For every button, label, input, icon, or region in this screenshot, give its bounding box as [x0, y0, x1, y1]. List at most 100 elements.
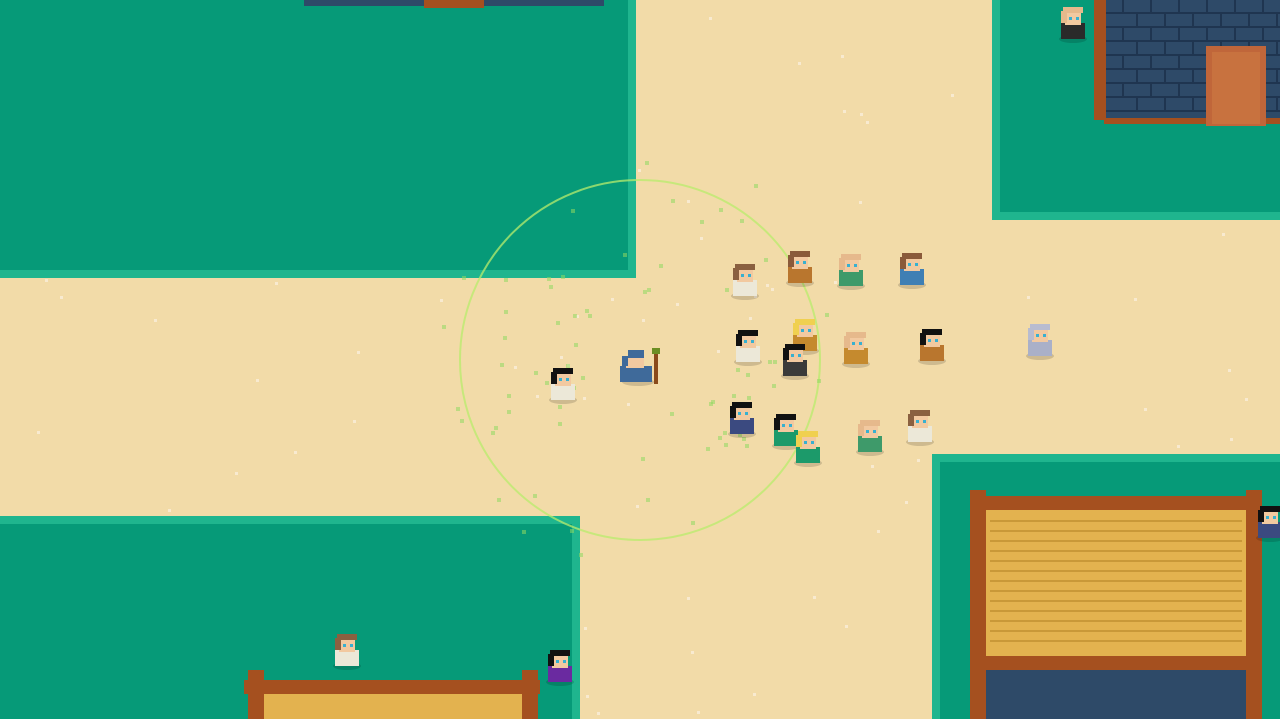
- eye: [563, 660, 566, 663]
- villager-bald-green-2[interactable]: [856, 420, 884, 456]
- hair-side: [1061, 11, 1067, 23]
- eye: [854, 264, 857, 267]
- eye: [804, 441, 807, 444]
- hair-side: [1028, 328, 1034, 340]
- staff: [654, 352, 658, 384]
- eye: [801, 329, 804, 332]
- villager-bald-green[interactable]: [837, 254, 865, 290]
- eye: [1076, 17, 1079, 20]
- robe: [858, 436, 882, 452]
- eye: [916, 420, 919, 423]
- eye: [852, 342, 855, 345]
- eye: [744, 340, 747, 343]
- grass-top-left: [0, 0, 636, 278]
- villager-green-robe[interactable]: [772, 414, 800, 450]
- eye: [748, 274, 751, 277]
- eye: [350, 644, 353, 647]
- robe: [900, 269, 924, 285]
- robe: [908, 426, 932, 442]
- hair-side: [858, 424, 864, 436]
- hair-side: [551, 372, 557, 384]
- robe: [1061, 23, 1085, 39]
- villager-blonde-green[interactable]: [794, 431, 822, 467]
- robe: [774, 430, 798, 446]
- villager-white-robe-1[interactable]: [549, 368, 577, 404]
- eye: [1069, 17, 1072, 20]
- eye: [859, 342, 862, 345]
- hair-side: [548, 654, 554, 666]
- robe: [844, 348, 868, 364]
- eye: [935, 339, 938, 342]
- eye: [566, 378, 569, 381]
- staff-gem: [652, 348, 660, 354]
- villager-white-robe-2[interactable]: [731, 264, 759, 300]
- villager-brown-robe-2[interactable]: [918, 329, 946, 365]
- hair-side: [733, 268, 739, 280]
- eye: [789, 424, 792, 427]
- robe: [548, 666, 572, 682]
- robe: [730, 418, 754, 434]
- robe: [620, 366, 652, 382]
- knight-armored[interactable]: [1026, 324, 1054, 360]
- eye: [873, 430, 876, 433]
- robe: [920, 345, 944, 361]
- eye: [1266, 516, 1269, 519]
- robe: [1258, 522, 1280, 538]
- eye: [808, 329, 811, 332]
- eye: [559, 378, 562, 381]
- villager-white-robe-3[interactable]: [734, 330, 762, 366]
- eye: [791, 354, 794, 357]
- hair-side: [1258, 510, 1264, 522]
- hair-side: [788, 255, 794, 267]
- villager-purple[interactable]: [546, 650, 574, 686]
- robe: [335, 650, 359, 666]
- hair-side: [730, 406, 736, 418]
- villager-brown-robe-1[interactable]: [786, 251, 814, 287]
- robe: [788, 267, 812, 283]
- eye: [1043, 334, 1046, 337]
- eye: [866, 430, 869, 433]
- villager-navy[interactable]: [728, 402, 756, 438]
- hair-side: [920, 333, 926, 345]
- villager-top-right[interactable]: [1059, 7, 1087, 43]
- robe: [733, 280, 757, 296]
- robe: [736, 346, 760, 362]
- eye: [796, 261, 799, 264]
- villager-grass-bottom[interactable]: [333, 634, 361, 670]
- hair-side: [900, 257, 906, 269]
- hair-side: [783, 348, 789, 360]
- eye: [741, 274, 744, 277]
- eye: [738, 412, 741, 415]
- robe: [1028, 340, 1052, 356]
- villager-edge-right[interactable]: [1256, 506, 1280, 542]
- hair-side: [335, 638, 341, 650]
- eye: [928, 339, 931, 342]
- game-viewport[interactable]: [0, 0, 1280, 719]
- eye: [1036, 334, 1039, 337]
- eye: [803, 261, 806, 264]
- eye: [847, 264, 850, 267]
- eye: [923, 420, 926, 423]
- eye: [343, 644, 346, 647]
- hair-side: [736, 334, 742, 346]
- eye: [908, 263, 911, 266]
- hair-side: [908, 414, 914, 426]
- robe: [783, 360, 807, 376]
- hair-side: [844, 336, 850, 348]
- hair-side: [796, 435, 802, 447]
- hut-bottom-right: [970, 490, 1262, 719]
- villager-dark-small[interactable]: [781, 344, 809, 380]
- wizard-hat: [628, 350, 644, 358]
- hair-side: [793, 323, 799, 335]
- villager-blue-robe[interactable]: [898, 253, 926, 289]
- villager-bald-orange[interactable]: [842, 332, 870, 368]
- eye: [782, 424, 785, 427]
- eye: [915, 263, 918, 266]
- robe: [839, 270, 863, 286]
- game-world[interactable]: [0, 0, 1280, 719]
- villager-white-robe-4[interactable]: [906, 410, 934, 446]
- robe: [551, 384, 575, 400]
- eye: [811, 441, 814, 444]
- robe: [796, 447, 820, 463]
- house-top-right: [1094, 0, 1280, 126]
